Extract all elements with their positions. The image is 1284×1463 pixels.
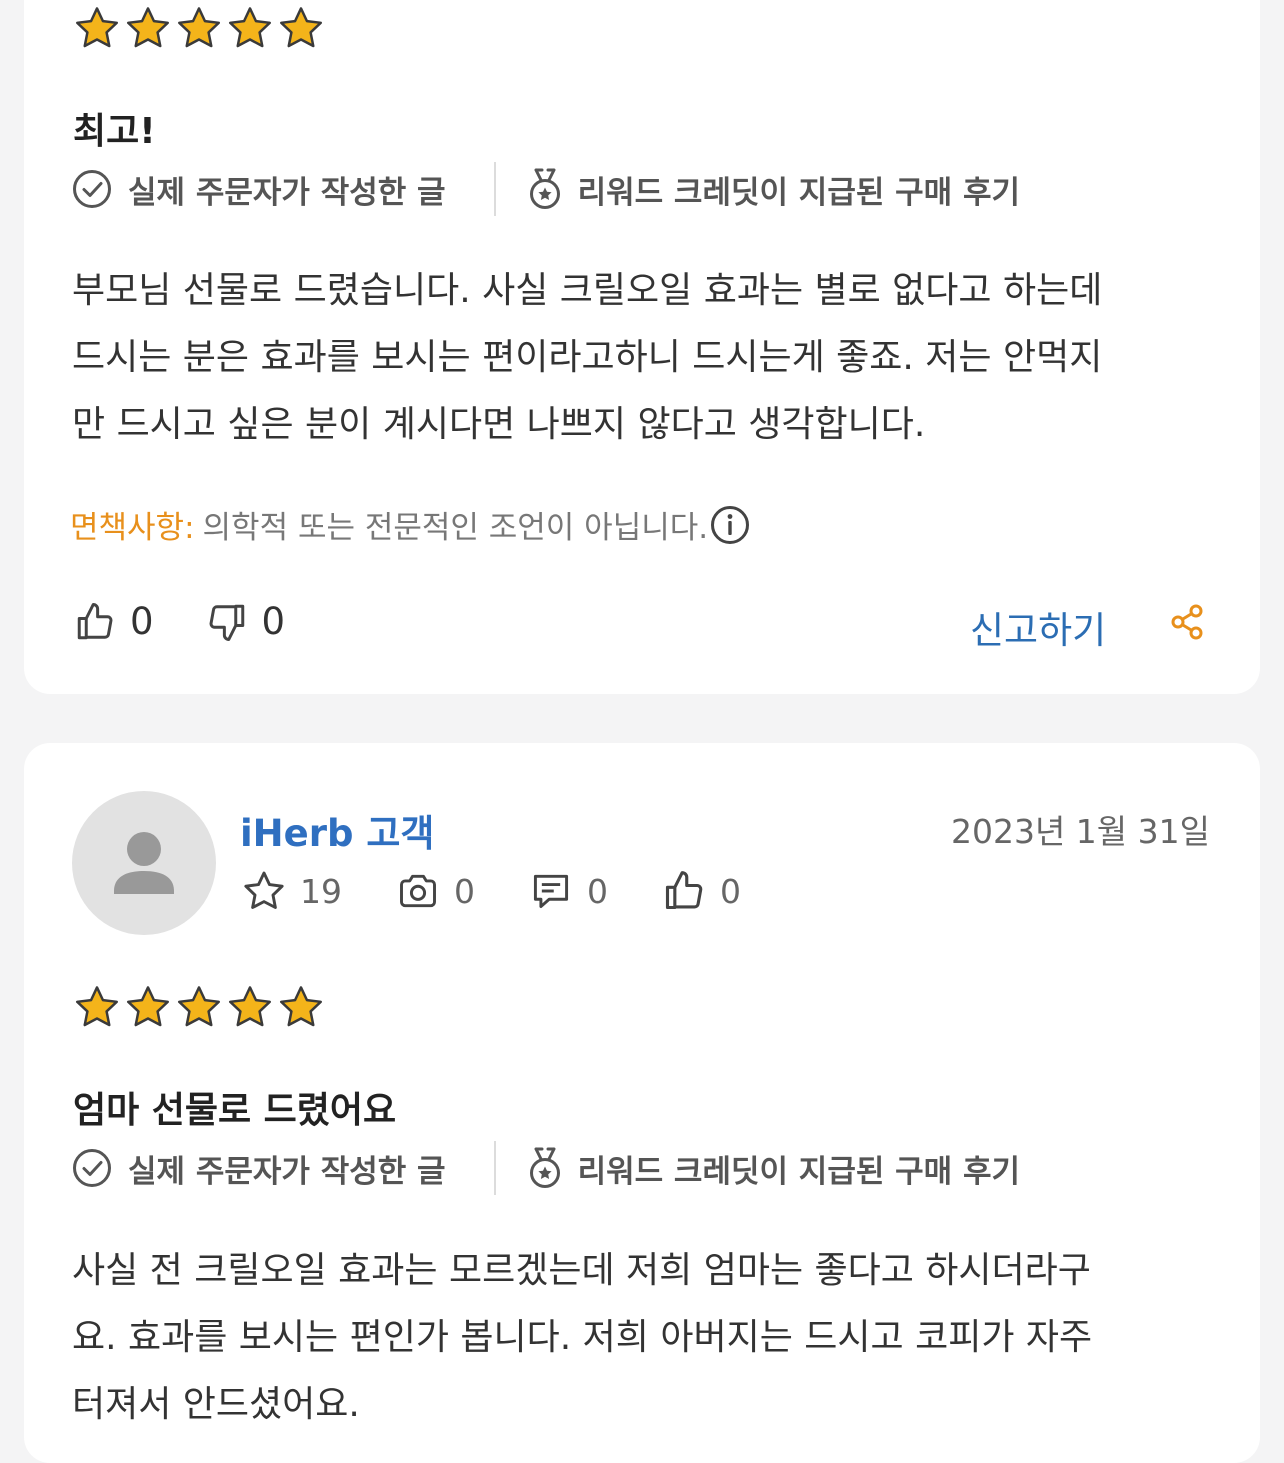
check-circle-icon — [73, 170, 111, 208]
review-body-line: 부모님 선물로 드렸습니다. 사실 크릴오일 효과는 별로 없다고 하는데 — [72, 270, 1103, 311]
star-icon — [229, 7, 271, 48]
reward-credit-badge: 리워드 크레딧이 지급된 구매 후기 — [528, 1146, 1020, 1191]
star-icon — [127, 986, 169, 1027]
divider — [493, 1141, 496, 1195]
star-icon — [280, 986, 322, 1027]
verified-purchase-badge: 실제 주문자가 작성한 글 — [72, 1146, 446, 1191]
review-title: 최고! — [73, 111, 156, 152]
thumbs-up-icon — [665, 871, 703, 910]
photo-count: 0 — [454, 871, 475, 911]
review-count-stat: 19 — [242, 869, 342, 913]
review-badges: 실제 주문자가 작성한 글 리워드 크레딧이 지급된 구매 후기 — [72, 1141, 1020, 1195]
comment-count-stat: 0 — [529, 869, 608, 913]
comment-icon — [533, 874, 569, 909]
user-icon — [114, 832, 174, 894]
helpful-count-stat: 0 — [662, 869, 741, 913]
review-body-line: 요. 효과를 보시는 편인가 봅니다. 저희 아버지는 드시고 코피가 자주 — [72, 1317, 1093, 1358]
review-card: iHerb 고객 2023년 1월 31일 19 0 0 0 엄마 선물로 드렸… — [24, 743, 1260, 1463]
reward-label: 리워드 크레딧이 지급된 구매 후기 — [577, 174, 1021, 211]
helpful-button[interactable]: 0 — [74, 600, 154, 643]
camera-icon — [400, 874, 436, 908]
report-link[interactable]: 신고하기 — [970, 600, 1106, 654]
reviewer-stats: 19 0 0 0 — [242, 869, 795, 913]
star-icon — [178, 7, 220, 48]
share-icon[interactable] — [1169, 603, 1205, 641]
review-body-line: 만 드시고 싶은 분이 계시다면 나쁘지 않다고 생각합니다. — [72, 404, 926, 445]
reviewer-name[interactable]: iHerb 고객 — [240, 803, 434, 857]
review-body: 부모님 선물로 드렸습니다. 사실 크릴오일 효과는 별로 없다고 하는데 드시… — [72, 257, 1212, 458]
medal-icon — [529, 168, 560, 209]
unhelpful-button[interactable]: 0 — [206, 600, 286, 643]
verified-label: 실제 주문자가 작성한 글 — [128, 174, 446, 211]
helpful-total: 0 — [720, 871, 741, 911]
star-rating — [74, 5, 329, 51]
check-circle-icon — [73, 1149, 111, 1187]
reward-label: 리워드 크레딧이 지급된 구매 후기 — [577, 1153, 1021, 1190]
review-title: 엄마 선물로 드렸어요 — [73, 1090, 397, 1131]
review-body-line: 드시는 분은 효과를 보시는 편이라고하니 드시는게 좋죠. 저는 안먹지 — [72, 337, 1103, 378]
star-icon — [229, 986, 271, 1027]
review-badges: 실제 주문자가 작성한 글 리워드 크레딧이 지급된 구매 후기 — [72, 162, 1020, 216]
review-date: 2023년 1월 31일 — [950, 812, 1210, 851]
divider — [493, 162, 496, 216]
unhelpful-count: 0 — [261, 600, 286, 643]
star-rating — [74, 984, 329, 1030]
disclaimer-label: 면책사항: — [70, 510, 195, 546]
review-body-line: 사실 전 크릴오일 효과는 모르겠는데 저희 엄마는 좋다고 하시더라구 — [72, 1250, 1091, 1291]
review-count: 19 — [300, 871, 342, 911]
vote-bar: 0 0 — [74, 600, 285, 643]
review-card: 최고! 실제 주문자가 작성한 글 리워드 크레딧이 지급된 구매 후기 부모님… — [24, 0, 1260, 694]
thumbs-down-icon — [209, 604, 244, 641]
review-body-line: 터져서 안드셨어요. — [72, 1384, 360, 1425]
star-icon — [76, 986, 118, 1027]
reward-credit-badge: 리워드 크레딧이 지급된 구매 후기 — [528, 167, 1020, 212]
star-icon — [76, 7, 118, 48]
review-body: 사실 전 크릴오일 효과는 모르겠는데 저희 엄마는 좋다고 하시더라구 요. … — [72, 1237, 1212, 1438]
helpful-count: 0 — [130, 600, 154, 643]
star-outline-icon — [244, 871, 284, 909]
comment-count: 0 — [587, 871, 608, 911]
disclaimer-text: 의학적 또는 전문적인 조언이 아닙니다. — [202, 510, 709, 546]
info-icon[interactable] — [710, 505, 750, 545]
star-icon — [280, 7, 322, 48]
photo-count-stat: 0 — [396, 869, 475, 913]
star-icon — [178, 986, 220, 1027]
verified-purchase-badge: 실제 주문자가 작성한 글 — [72, 167, 446, 212]
medal-icon — [529, 1147, 560, 1188]
disclaimer: 면책사항: 의학적 또는 전문적인 조언이 아닙니다. — [70, 502, 750, 547]
avatar — [72, 791, 216, 935]
thumbs-up-icon — [77, 602, 113, 639]
star-icon — [127, 7, 169, 48]
verified-label: 실제 주문자가 작성한 글 — [128, 1153, 446, 1190]
